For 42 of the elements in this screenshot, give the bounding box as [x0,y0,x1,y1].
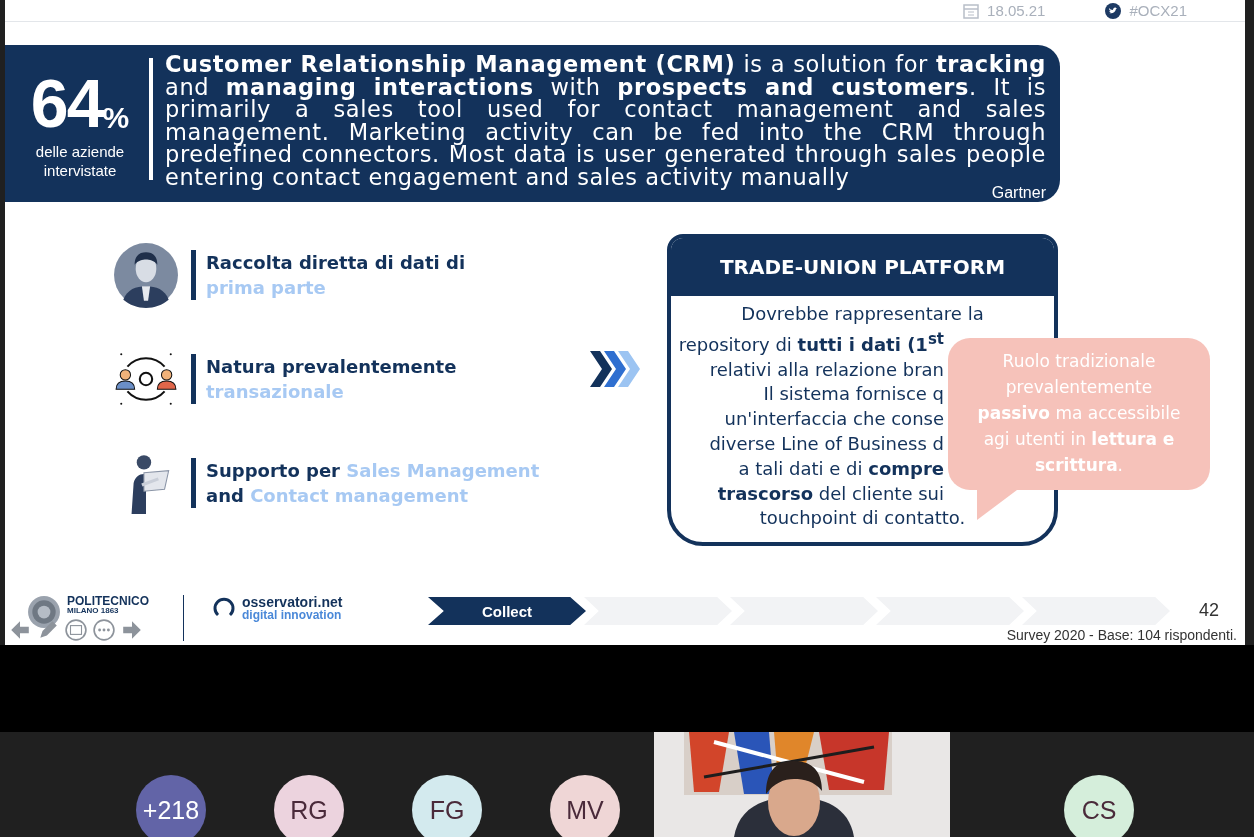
screen-icon[interactable] [65,619,87,641]
point-text: Raccolta diretta di dati di prima parte [206,251,467,300]
institution-subtitle: MILANO 1863 [67,607,120,615]
participant-avatar[interactable]: MV [550,775,620,837]
platform-text-line: touchpoint di contatto. [759,506,966,531]
next-arrow-icon[interactable] [121,619,143,641]
platform-text-line: Dovrebbe rappresentare la [741,302,984,326]
calendar-icon [963,2,980,19]
chevron-icon [590,351,640,387]
progress-step: Collect [428,597,586,625]
source-text: Gartner [991,184,1046,202]
participant-avatar[interactable]: CS [1064,775,1134,837]
platform-title: TRADE-UNION PLATFORM [719,255,1006,279]
hashtag-text: #OCX21 [1129,2,1187,19]
platform-text-line: repository di tutti i dati (1$^{st}$ [678,328,944,357]
point-text: Supporto per Sales Management and Contact management [206,459,541,508]
participant-avatar[interactable]: FG [412,775,482,837]
stat-caption: delle aziende intervistate [34,142,126,181]
stat-value: 64 [30,68,103,137]
previous-arrow-icon[interactable] [9,619,31,641]
callout-text: Ruolo tradizionale prevalentemente passivo ma accessibile agi utenti in lettura e scrittura. [977,351,1181,475]
institution-name: POLITECNICO [67,595,149,607]
page-number: 42 [1198,600,1221,622]
seal-icon [27,595,61,629]
date-text: 18.05.21 [987,2,1046,19]
stat-unit: % [102,102,130,133]
platform-text-line: trascorso del cliente sui [717,481,944,506]
pen-icon[interactable] [37,619,59,641]
survey-note: Survey 2020 - Base: 104 rispondenti. [1006,627,1238,645]
participant-avatar[interactable]: RG [274,775,344,837]
platform-text-line: a tali dati e di compre [738,456,944,481]
businessman-icon [113,242,179,308]
platform-text-line: un'interfaccia che conse [724,407,944,432]
platform-text-line: diverse Line of Business d [709,432,944,456]
platform-text-line: Il sistema fornisce q [763,382,944,407]
brand-name: osservatori.net [242,595,343,609]
brand-tagline: digital innovation [242,609,343,621]
more-icon[interactable] [93,619,115,641]
platform-text-line: relativi alla relazione bran [709,357,944,382]
ring-logo-icon [212,595,236,619]
point-text: Natura prevalentemente transazionale [206,355,458,404]
participant-avatar[interactable]: +218 [136,775,206,837]
